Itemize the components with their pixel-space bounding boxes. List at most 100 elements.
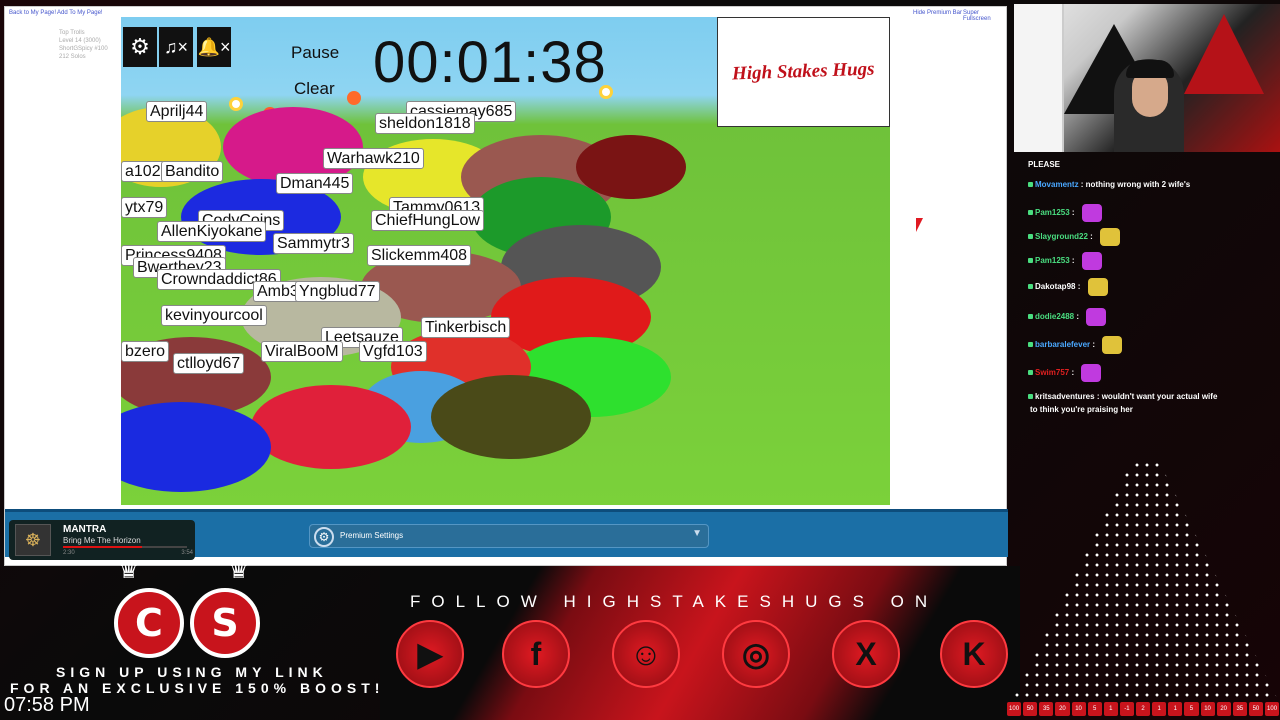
plinko-slot: 20 (1055, 702, 1070, 716)
chat-username[interactable]: Dakotap98 (1035, 282, 1075, 291)
streamer-cap (1126, 60, 1174, 78)
chat-separator: : (1078, 180, 1086, 189)
badge-icon (1028, 210, 1033, 216)
song-title: MANTRA (63, 524, 107, 535)
follow-banner: FOLLOW HIGHSTAKESHUGS ON (410, 592, 939, 611)
chat-username[interactable]: kritsadventures (1035, 392, 1095, 401)
back-link[interactable]: Back to My Page! (9, 10, 56, 16)
red-banner-graphic (380, 566, 1020, 720)
premium-settings-dropdown[interactable]: ⚙ Premium Settings ▼ (309, 524, 709, 548)
chat-username[interactable]: barbaralefever (1035, 340, 1090, 349)
plinko-slot: 20 (1216, 702, 1231, 716)
chat-message: Pam1253 : (1028, 252, 1102, 270)
song-artist: Bring Me The Horizon (63, 536, 141, 545)
clock: 07:58 PM (4, 694, 90, 716)
mouse-cursor-icon (916, 218, 923, 232)
crown-icon: ♛ (118, 557, 140, 584)
chat-username[interactable]: Movamentz (1035, 180, 1079, 189)
plinko-slot: 1 (1152, 702, 1167, 716)
instagram-icon[interactable]: ◎ (722, 620, 790, 688)
player-name-tag: ctlloyd67 (173, 353, 245, 374)
chat-message: Pam1253 : (1028, 204, 1102, 222)
player-name-tag: Bandito (161, 161, 224, 182)
hedgehog (251, 385, 411, 469)
badge-icon (1028, 370, 1033, 376)
player-name-tag: Vgfd103 (359, 341, 427, 362)
plinko-slot: 5 (1087, 702, 1102, 716)
player-name-tag: Tinkerbisch (421, 317, 511, 338)
chat-username[interactable]: Pam1253 (1035, 208, 1070, 217)
chat-username[interactable]: Swim757 (1035, 368, 1069, 377)
stream-overlay: Back to My Page! Add To My Page! Hide Pr… (0, 0, 1280, 720)
chevron-down-icon: ▼ (692, 528, 702, 539)
webcam-feed (1014, 4, 1280, 152)
chat-message: Swim757 : (1028, 364, 1102, 382)
player-name-tag: Warhawk210 (323, 148, 424, 169)
badge-icon (1028, 182, 1033, 187)
song-progress-fill (63, 546, 143, 548)
cs-logo-c: C (114, 588, 184, 658)
badge-icon (1028, 258, 1033, 264)
discord-icon[interactable]: ☺ (612, 620, 680, 688)
chat-header: PLEASE (1028, 160, 1061, 169)
cam-door (1014, 4, 1064, 152)
plinko-slots: 100 50 35 20 10 5 1 -1 2 1 1 5 10 20 35 50 100 (1006, 702, 1280, 716)
hide-premium-link[interactable]: Hide Premium Bar (913, 10, 962, 16)
player-name-tag: Slickemm408 (367, 245, 472, 266)
plinko-slot: 35 (1039, 702, 1054, 716)
plinko-slot: 10 (1200, 702, 1215, 716)
chat-username[interactable]: dodie2488 (1035, 312, 1074, 321)
add-link[interactable]: Add To My Page! (57, 10, 103, 16)
hedgehog-herd (121, 107, 686, 492)
fullscreen-link[interactable]: Super Fullscreen (963, 10, 1006, 22)
x-icon[interactable]: X (832, 620, 900, 688)
cam-wall-art (1184, 14, 1264, 94)
leaderboard-line: 212 Solos (59, 54, 86, 60)
plinko-slot: 100 (1007, 702, 1022, 716)
leaderboard-panel: Top Trolls Level 14 (3000) ShortGSpicy #… (11, 29, 123, 61)
premium-bar: ☸ MANTRA Bring Me The Horizon 2:30 3:54 … (5, 509, 1008, 560)
player-name-tag: ytx79 (121, 197, 168, 218)
badge-icon (1028, 284, 1033, 290)
chat-separator: : (1074, 312, 1082, 322)
emote-icon (1102, 336, 1123, 354)
badge-icon (1028, 314, 1033, 320)
plinko-slot: -1 (1119, 702, 1134, 716)
song-elapsed: 2:30 (63, 550, 75, 556)
plinko-slot: 10 (1071, 702, 1086, 716)
youtube-icon[interactable]: ▶ (396, 620, 464, 688)
chat-message: barbaralefever : (1028, 336, 1123, 354)
kick-icon[interactable]: K (940, 620, 1008, 688)
player-name-tag: kevinyourcool (161, 305, 267, 326)
player-name-tag: Dman445 (276, 173, 354, 194)
plinko-slot: 35 (1232, 702, 1247, 716)
hedgehog (576, 135, 686, 199)
chat-text: wouldn't want your actual wife (1101, 392, 1218, 401)
chat-message: Dakotap98 : (1028, 278, 1108, 296)
player-name-tag: a102 (121, 161, 165, 182)
chat-message: Slayground22 : (1028, 228, 1121, 246)
player-name-tag: ChiefHungLow (371, 210, 484, 231)
plinko-slot: 100 (1265, 702, 1280, 716)
chat-message: dodie2488 : (1028, 308, 1107, 326)
emote-icon (1081, 364, 1102, 382)
emote-icon (1087, 278, 1108, 296)
premium-settings-label: Premium Settings (340, 531, 404, 540)
plinko-slot: 1 (1168, 702, 1183, 716)
crown-icon: ♛ (228, 557, 250, 584)
chat-username[interactable]: Pam1253 (1035, 256, 1070, 265)
facebook-icon[interactable]: f (502, 620, 570, 688)
chat-message: Movamentz : nothing wrong with 2 wife's (1028, 180, 1190, 189)
song-total: 3:54 (181, 550, 193, 556)
player-name-tag: ViralBooM (261, 341, 343, 362)
player-name-tag: Sammytr3 (273, 233, 354, 254)
player-name-tag: bzero (121, 341, 170, 362)
chat-username[interactable]: Slayground22 (1035, 232, 1088, 241)
badge-icon (1028, 342, 1033, 348)
cs-logo-s: S (190, 588, 260, 658)
plinko-slot: 50 (1248, 702, 1263, 716)
hedgehog-game-canvas[interactable]: ⚙ ♫× 🔔× Pause Clear 00:01:38 High Stakes… (121, 17, 890, 505)
plinko-slot: 1 (1103, 702, 1118, 716)
emote-icon (1100, 228, 1121, 246)
emote-icon (1081, 204, 1102, 222)
